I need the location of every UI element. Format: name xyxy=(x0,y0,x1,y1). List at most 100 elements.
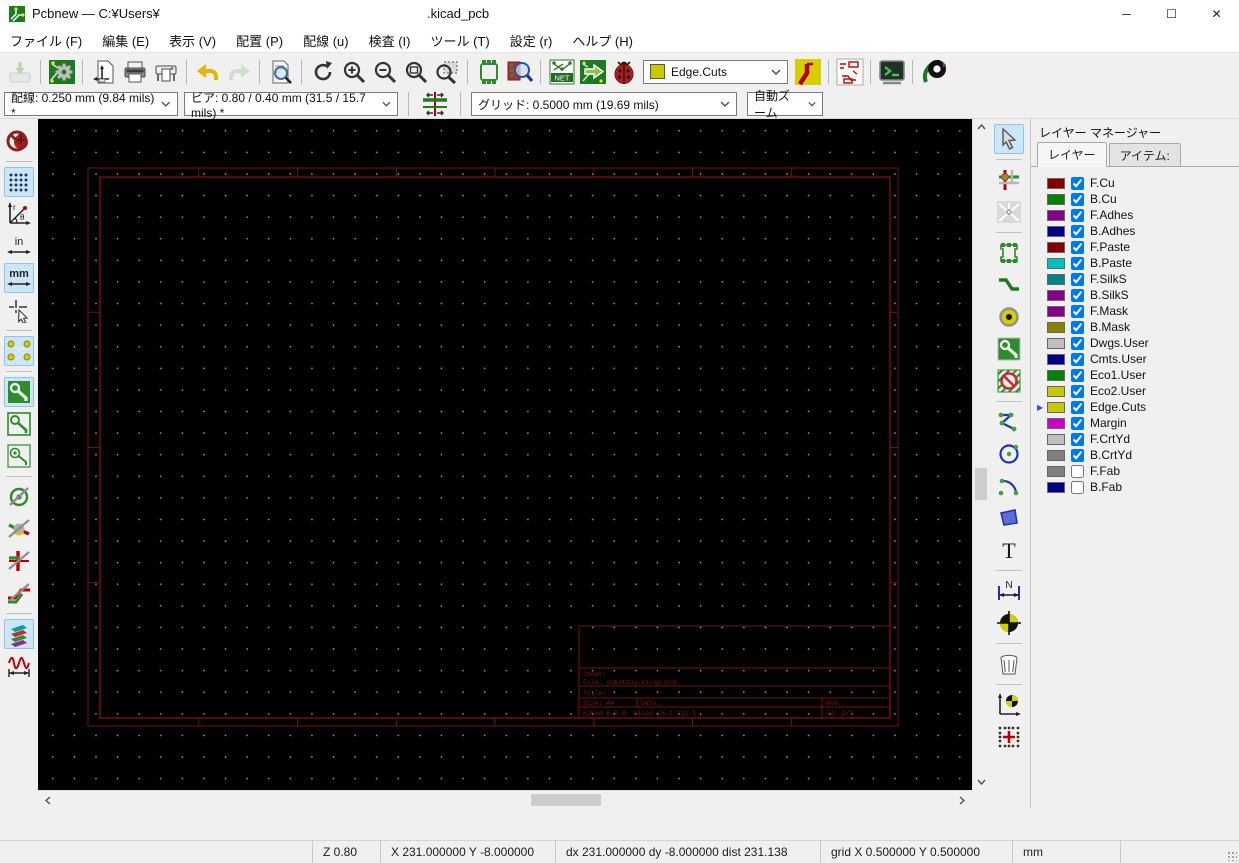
tracks-sketch-button[interactable] xyxy=(4,578,34,608)
add-via-button[interactable] xyxy=(994,302,1024,332)
layer-visibility-checkbox[interactable] xyxy=(1071,192,1084,206)
vias-sketch-button[interactable] xyxy=(4,482,34,512)
layer-color-swatch[interactable] xyxy=(1047,177,1065,189)
high-contrast-button[interactable] xyxy=(4,514,34,544)
layer-row[interactable]: ▶B.Mask xyxy=(1031,319,1239,335)
layer-row[interactable]: ▶F.SilkS xyxy=(1031,271,1239,287)
menu-edit[interactable]: 編集 (E) xyxy=(92,28,159,53)
layer-visibility-checkbox[interactable] xyxy=(1071,448,1084,462)
vertical-scrollbar[interactable] xyxy=(972,119,988,790)
add-keepout-button[interactable] xyxy=(994,366,1024,396)
maximize-button[interactable]: ☐ xyxy=(1149,0,1194,28)
layer-visibility-checkbox[interactable] xyxy=(1071,352,1084,366)
zones-unfilled-button[interactable] xyxy=(4,409,34,439)
layer-visibility-checkbox[interactable] xyxy=(1071,304,1084,318)
layer-visibility-checkbox[interactable] xyxy=(1071,256,1084,270)
delete-tool-button[interactable] xyxy=(994,649,1024,679)
close-button[interactable]: ✕ xyxy=(1194,0,1239,28)
layer-color-swatch[interactable] xyxy=(1047,257,1065,269)
grid-visibility-button[interactable] xyxy=(4,167,34,197)
menu-place[interactable]: 配置 (P) xyxy=(226,28,293,53)
auto-width-toggle-button[interactable] xyxy=(419,89,450,120)
layer-color-swatch[interactable] xyxy=(1047,369,1065,381)
add-zone-button[interactable] xyxy=(994,334,1024,364)
horizontal-scrollbar[interactable] xyxy=(38,790,972,808)
zoom-in-button[interactable] xyxy=(338,56,369,87)
menu-inspect[interactable]: 検査 (I) xyxy=(359,28,421,53)
layer-visibility-checkbox[interactable] xyxy=(1071,336,1084,350)
tab-items[interactable]: アイテム: xyxy=(1108,143,1181,166)
layer-color-swatch[interactable] xyxy=(1047,385,1065,397)
layer-visibility-checkbox[interactable] xyxy=(1071,368,1084,382)
add-arc-button[interactable] xyxy=(994,471,1024,501)
layer-color-swatch[interactable] xyxy=(1047,417,1065,429)
refresh-view-button[interactable] xyxy=(307,56,338,87)
layer-row[interactable]: ▶F.Adhes xyxy=(1031,207,1239,223)
add-text-button[interactable]: T xyxy=(994,535,1024,565)
add-dimension-button[interactable]: N xyxy=(994,576,1024,606)
zoom-out-button[interactable] xyxy=(369,56,400,87)
layer-row[interactable]: ▶B.SilkS xyxy=(1031,287,1239,303)
polar-coords-button[interactable]: r θ xyxy=(4,199,34,229)
units-mm-button[interactable]: mm xyxy=(4,263,34,293)
layer-row[interactable]: ▶Cmts.User xyxy=(1031,351,1239,367)
select-tool-button[interactable] xyxy=(994,124,1024,154)
layer-visibility-checkbox[interactable] xyxy=(1071,272,1084,286)
layer-row[interactable]: ▶F.CrtYd xyxy=(1031,431,1239,447)
scroll-left-button[interactable] xyxy=(40,792,56,808)
layer-color-swatch[interactable] xyxy=(1047,321,1065,333)
layer-visibility-checkbox[interactable] xyxy=(1071,208,1084,222)
layer-row[interactable]: ▶B.Fab xyxy=(1031,479,1239,495)
layer-visibility-checkbox[interactable] xyxy=(1071,416,1084,430)
menu-file[interactable]: ファイル (F) xyxy=(0,28,92,53)
scroll-down-button[interactable] xyxy=(973,774,989,790)
footprint-viewer-button[interactable] xyxy=(504,56,535,87)
zoom-selection-button[interactable] xyxy=(431,56,462,87)
find-button[interactable] xyxy=(265,56,296,87)
layer-row[interactable]: ▶F.Fab xyxy=(1031,463,1239,479)
layer-row[interactable]: ▶Margin xyxy=(1031,415,1239,431)
layer-row[interactable]: ▶F.Cu xyxy=(1031,175,1239,191)
layer-row[interactable]: ▶F.Paste xyxy=(1031,239,1239,255)
freeroute-button[interactable] xyxy=(918,56,949,87)
save-button[interactable] xyxy=(4,56,35,87)
grid-select[interactable]: グリッド: 0.5000 mm (19.69 mils) xyxy=(471,92,737,116)
zoom-select[interactable]: 自動ズーム xyxy=(747,89,823,120)
drc-off-button[interactable] xyxy=(4,126,34,156)
layer-visibility-checkbox[interactable] xyxy=(1071,176,1084,190)
layer-visibility-checkbox[interactable] xyxy=(1071,480,1084,494)
add-footprint-button[interactable] xyxy=(994,238,1024,268)
layer-color-swatch[interactable] xyxy=(1047,481,1065,493)
redo-button[interactable] xyxy=(223,56,254,87)
netlist-button[interactable]: NET xyxy=(546,56,577,87)
layer-color-swatch[interactable] xyxy=(1047,353,1065,365)
layer-visibility-checkbox[interactable] xyxy=(1071,400,1084,414)
scroll-up-button[interactable] xyxy=(973,119,989,135)
grid-origin-button[interactable] xyxy=(994,722,1024,752)
layer-color-swatch[interactable] xyxy=(1047,465,1065,477)
layer-color-swatch[interactable] xyxy=(1047,289,1065,301)
layer-color-swatch[interactable] xyxy=(1047,337,1065,349)
menu-help[interactable]: ヘルプ (H) xyxy=(562,28,643,53)
via-size-select[interactable]: ビア: 0.80 / 0.40 mm (31.5 / 15.7 mils) * xyxy=(184,91,398,120)
menu-preferences[interactable]: 設定 (r) xyxy=(500,28,563,53)
cursor-shape-button[interactable] xyxy=(4,295,34,325)
menu-route[interactable]: 配線 (u) xyxy=(293,28,359,53)
zoom-fit-button[interactable] xyxy=(400,56,431,87)
vertical-scroll-thumb[interactable] xyxy=(975,468,987,500)
auto-track-width-button[interactable] xyxy=(792,56,823,87)
scripting-console-button[interactable] xyxy=(876,56,907,87)
scroll-right-button[interactable] xyxy=(954,792,970,808)
footprint-editor-button[interactable] xyxy=(473,56,504,87)
layer-row[interactable]: ▶Eco2.User xyxy=(1031,383,1239,399)
layer-color-swatch[interactable] xyxy=(1047,449,1065,461)
layer-color-swatch[interactable] xyxy=(1047,305,1065,317)
add-circle-button[interactable] xyxy=(994,439,1024,469)
layer-row[interactable]: ▶B.CrtYd xyxy=(1031,447,1239,463)
layer-color-swatch[interactable] xyxy=(1047,209,1065,221)
board-setup-button[interactable] xyxy=(46,56,77,87)
layer-row[interactable]: ▶B.Paste xyxy=(1031,255,1239,271)
layer-color-swatch[interactable] xyxy=(1047,433,1065,445)
update-pcb-button[interactable] xyxy=(577,56,608,87)
layer-row-current[interactable]: ▶ Edge.Cuts xyxy=(1031,399,1239,415)
